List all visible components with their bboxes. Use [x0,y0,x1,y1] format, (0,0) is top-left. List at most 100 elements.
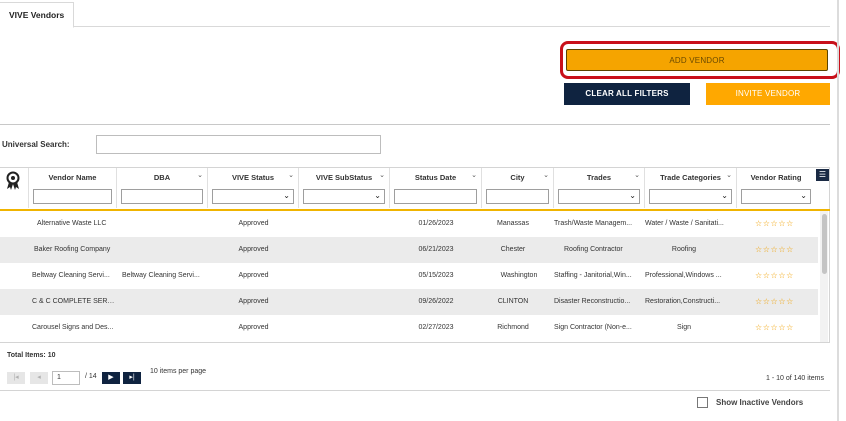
cell-status-date: 09/26/2022 [418,298,454,305]
filter-trade-categories-select[interactable]: ⌄ [649,189,732,204]
pager-last-button[interactable]: ▸| [123,372,141,384]
column-header-vendor-name[interactable]: Vendor Name [29,168,117,208]
pager-first-button[interactable]: |◂ [7,372,25,384]
cell-status-date: 06/21/2023 [418,246,454,253]
cell-vendor-name[interactable]: Carousel Signs and Des... [32,315,115,341]
column-header-status-date[interactable]: Status Date ⌄ [390,168,482,208]
chevron-down-icon[interactable]: ⌄ [288,171,294,179]
chevron-down-icon[interactable]: ⌄ [379,171,385,179]
filter-vive-status-select[interactable]: ⌄ [212,189,294,204]
cell-vive-substatus [299,237,390,263]
cell-dba [122,237,206,263]
grid-corner-header [0,168,29,208]
chevron-down-icon[interactable]: ⌄ [197,171,203,179]
chevron-down-icon[interactable]: ⌄ [634,171,640,179]
star-rating-icon[interactable]: ☆☆☆☆☆ [755,263,794,289]
page-count-label: / 14 [85,373,97,380]
column-title: DBA [153,173,171,182]
table-row[interactable]: Carousel Signs and Des... Approved 02/27… [0,315,818,341]
universal-search-input[interactable] [96,135,381,154]
star-rating-icon[interactable]: ☆☆☆☆☆ [755,289,794,315]
chevron-down-icon[interactable]: ⌄ [471,171,477,179]
cell-vive-status: Approved [238,272,269,279]
star-rating-icon[interactable]: ☆☆☆☆☆ [755,237,794,263]
cell-vendor-name[interactable]: Baker Roofing Company [34,237,115,263]
cell-status-date: 01/26/2023 [418,220,454,227]
star-rating-icon[interactable]: ☆☆☆☆☆ [755,211,794,237]
invite-vendor-button[interactable]: INVITE VENDOR [706,83,830,105]
chevron-right-icon: ▶ [108,374,114,381]
cell-vive-status: Approved [238,220,269,227]
row-selector-cell[interactable] [0,315,29,341]
chevron-down-icon: ⌄ [800,191,807,200]
column-title: Status Date [414,173,457,182]
star-rating-icon[interactable]: ☆☆☆☆☆ [755,315,794,341]
cell-vendor-name[interactable]: C & C COMPLETE SERVI... [32,289,115,315]
column-header-dba[interactable]: DBA ⌄ [117,168,208,208]
row-selector-cell[interactable] [0,211,29,237]
add-vendor-button[interactable]: ADD VENDOR [566,49,828,71]
cell-vendor-name[interactable]: Beltway Cleaning Servi... [32,263,115,289]
cell-vive-substatus [299,211,390,237]
show-inactive-checkbox[interactable] [697,397,708,408]
cell-vive-status: Approved [238,324,269,331]
vendor-grid: Vendor Name DBA ⌄ VIVE Status ⌄ ⌄ VIVE S… [0,167,830,343]
filter-vendor-name-input[interactable] [33,189,112,204]
cell-city: Richmond [497,324,529,331]
cell-trades: Roofing Contractor [564,246,623,253]
cell-dba [122,211,206,237]
pager-prev-button[interactable]: ◂ [30,372,48,384]
filter-trades-select[interactable]: ⌄ [558,189,640,204]
cell-city: Manassas [497,220,529,227]
cell-trade-categories: Water / Waste / Sanitati... [645,220,724,227]
tab-vive-vendors[interactable]: VIVE Vendors [0,2,75,28]
cell-city: CLINTON [497,298,529,305]
cell-dba [122,315,206,341]
clear-all-filters-button[interactable]: CLEAR ALL FILTERS [564,83,690,105]
show-inactive-label[interactable]: Show Inactive Vendors [716,398,803,407]
column-title: VIVE SubStatus [315,173,373,182]
cell-trades: Disaster Reconstructio... [554,298,631,305]
filter-dba-input[interactable] [121,189,203,204]
skip-last-icon: ▸| [129,374,135,381]
column-menu-icon[interactable]: ☰ [816,169,829,181]
column-header-vive-status[interactable]: VIVE Status ⌄ ⌄ [208,168,299,208]
filter-vendor-rating-select[interactable]: ⌄ [741,189,811,204]
column-header-city[interactable]: City ⌄ [482,168,554,208]
column-header-vendor-rating[interactable]: Vendor Rating ⌄ [737,168,815,208]
filter-status-date-input[interactable] [394,189,477,204]
cell-vendor-name[interactable]: Alternative Waste LLC [37,211,115,237]
table-row[interactable]: Baker Roofing Company Approved 06/21/202… [0,237,818,263]
cell-trades: Staffing - Janitorial,Win... [554,272,632,279]
chevron-down-icon[interactable]: ⌄ [726,171,732,179]
row-selector-cell[interactable] [0,237,29,263]
column-header-trade-categories[interactable]: Trade Categories ⌄ ⌄ [645,168,737,208]
filter-city-input[interactable] [486,189,549,204]
table-row[interactable]: C & C COMPLETE SERVI... Approved 09/26/2… [0,289,818,315]
table-row[interactable]: Beltway Cleaning Servi... Beltway Cleani… [0,263,818,289]
table-row[interactable]: Alternative Waste LLC Approved 01/26/202… [0,211,818,237]
page-number-input[interactable]: 1 [52,371,80,385]
cell-trade-categories: Roofing [671,246,697,253]
cell-vive-substatus [299,315,390,341]
pager-next-button[interactable]: ▶ [102,372,120,384]
tab-strip: VIVE Vendors [0,0,830,28]
column-title: Trades [586,173,612,182]
cell-vive-status: Approved [238,246,269,253]
chevron-down-icon: ⌄ [374,191,381,200]
cell-vive-substatus [299,289,390,315]
filter-vive-substatus-select[interactable]: ⌄ [303,189,385,204]
grid-scrollbar[interactable] [820,211,828,342]
grid-scrollbar-thumb[interactable] [822,214,827,274]
section-divider [0,124,830,125]
row-selector-cell[interactable] [0,263,29,289]
cell-city: Chester [500,246,526,253]
chevron-down-icon: ⌄ [283,191,290,200]
cell-dba: Beltway Cleaning Servi... [122,272,200,279]
column-title: Vendor Name [48,173,97,182]
chevron-down-icon[interactable]: ⌄ [543,171,549,179]
medal-icon [6,171,20,190]
column-header-vive-substatus[interactable]: VIVE SubStatus ⌄ ⌄ [299,168,390,208]
row-selector-cell[interactable] [0,289,29,315]
column-header-trades[interactable]: Trades ⌄ ⌄ [554,168,645,208]
